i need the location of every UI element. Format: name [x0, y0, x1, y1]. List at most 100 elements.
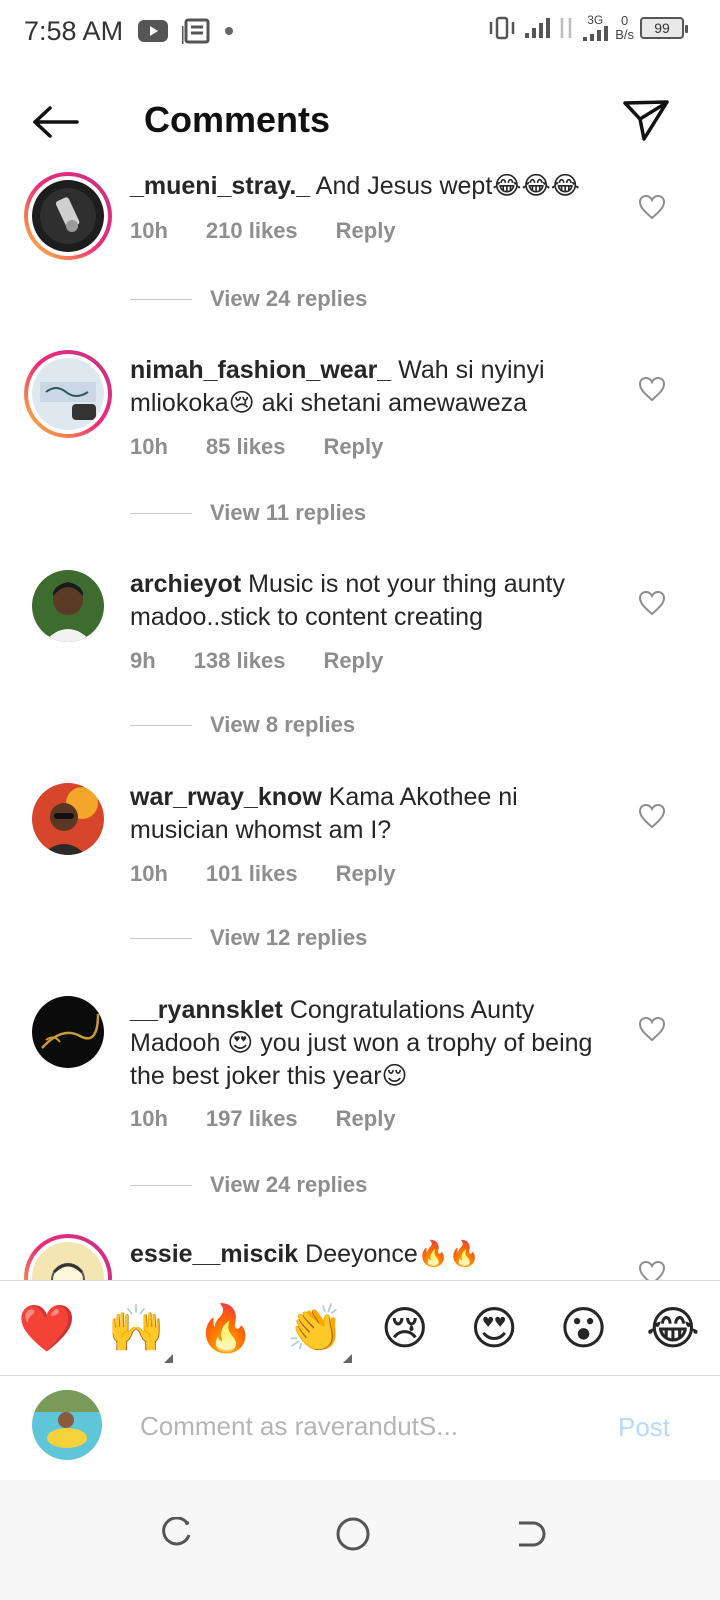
view-replies-button[interactable]: View 8 replies [130, 712, 355, 738]
like-heart-icon[interactable] [638, 803, 666, 829]
replies-divider [130, 512, 192, 514]
network-type-label: 3G [587, 13, 604, 27]
system-nav-bar [0, 1480, 720, 1600]
comment-username[interactable]: war_rway_know [130, 783, 322, 811]
comment-likes[interactable]: 197 likes [206, 1106, 298, 1132]
network-type: 3G [581, 14, 609, 42]
back-button[interactable] [28, 98, 82, 146]
youtube-icon [138, 20, 168, 42]
comment-username[interactable]: __ryannsklet [130, 996, 283, 1024]
signal-3g-icon [583, 26, 609, 41]
current-user-avatar [32, 1390, 102, 1460]
avatar-mueni-icon [32, 180, 104, 252]
avatar-story-ring[interactable] [24, 172, 112, 260]
comment-meta: 10h 85 likes Reply [130, 434, 383, 460]
home-button[interactable] [323, 1504, 383, 1564]
signal-icon [525, 18, 551, 38]
avatar[interactable] [32, 783, 104, 855]
comments-list: _mueni_stray._ And Jesus wept😂😂😂 10h 210… [0, 166, 720, 1306]
dot-icon [225, 27, 233, 35]
like-heart-icon[interactable] [638, 376, 666, 402]
emoji-quick-bar: ❤️ 🙌 🔥 👏 😢 😍 😮 😂 [0, 1280, 720, 1376]
emoji-clap-glyph: 👏 [286, 1301, 344, 1355]
view-replies-label: View 24 replies [210, 1172, 368, 1197]
comment-meta: 9h 138 likes Reply [130, 648, 383, 674]
emoji-heart-eyes-button[interactable]: 😍 [465, 1299, 523, 1357]
replies-divider [130, 937, 192, 939]
net-speed: 0 B/s [615, 14, 634, 42]
avatar-nimah-icon [32, 358, 104, 430]
post-button[interactable]: Post [618, 1412, 670, 1443]
avatar-archieyot-icon [32, 570, 104, 642]
reply-button[interactable]: Reply [336, 218, 396, 244]
emoji-raised-hands-glyph: 🙌 [107, 1301, 166, 1355]
comment-time: 10h [130, 218, 168, 243]
home-circle-icon [336, 1517, 370, 1551]
emoji-cry-button[interactable]: 😢 [376, 1299, 434, 1357]
comment-likes[interactable]: 85 likes [206, 434, 286, 460]
comment-likes[interactable]: 210 likes [206, 218, 298, 244]
comment-text: archieyot Music is not your thing aunty … [130, 568, 620, 634]
comment-time: 9h [130, 648, 156, 673]
comment-username[interactable]: _mueni_stray._ [130, 172, 310, 200]
avatar[interactable] [32, 996, 104, 1068]
comment-message: And Jesus wept😂😂😂 [310, 172, 580, 200]
view-replies-button[interactable]: View 11 replies [130, 500, 366, 526]
view-replies-button[interactable]: View 12 replies [130, 925, 367, 951]
reply-button[interactable]: Reply [336, 1106, 396, 1132]
comment-text: essie__miscik Deeyonce🔥🔥 [130, 1238, 620, 1271]
comment-time: 10h [130, 1106, 168, 1131]
avatar[interactable] [32, 570, 104, 642]
back-arrow-icon [33, 106, 79, 138]
back-nav-icon [519, 1521, 546, 1547]
page-title: Comments [144, 99, 331, 140]
avatar-war-icon [32, 783, 104, 855]
share-button[interactable] [620, 94, 672, 146]
vibrate-icon [489, 16, 515, 40]
comment-likes[interactable]: 101 likes [206, 861, 298, 887]
comment-message: Deeyonce🔥🔥 [298, 1240, 480, 1268]
emoji-wow-button[interactable]: 😮 [555, 1299, 613, 1357]
view-replies-button[interactable]: View 24 replies [130, 1172, 367, 1198]
skin-tone-indicator-icon [343, 1354, 353, 1363]
comment-username[interactable]: essie__miscik [130, 1240, 298, 1268]
comment-username[interactable]: archieyot [130, 570, 241, 598]
net-speed-value: 0 [620, 13, 629, 28]
like-heart-icon[interactable] [638, 1016, 666, 1042]
status-bar: 7:58 AM 3G 0 B/s 99 [0, 0, 720, 64]
comment-meta: 10h 101 likes Reply [130, 861, 396, 887]
comment-text: war_rway_know Kama Akothee ni musician w… [130, 781, 620, 847]
view-replies-button[interactable]: View 24 replies [130, 286, 367, 312]
comment-meta: 10h 210 likes Reply [130, 218, 396, 244]
net-speed-unit: B/s [615, 27, 634, 42]
emoji-clap-button[interactable]: 👏 [286, 1299, 353, 1363]
comment-time: 10h [130, 434, 168, 459]
recent-apps-button[interactable] [146, 1504, 206, 1564]
comment-username[interactable]: nimah_fashion_wear_ [130, 356, 391, 384]
reply-button[interactable]: Reply [323, 434, 383, 460]
avatar-current-user-icon [32, 1390, 102, 1460]
reply-button[interactable]: Reply [336, 861, 396, 887]
emoji-raised-hands-button[interactable]: 🙌 [107, 1299, 174, 1363]
replies-divider [130, 298, 192, 300]
status-time: 7:58 AM [24, 16, 124, 46]
emoji-fire-button[interactable]: 🔥 [197, 1299, 255, 1357]
avatar [32, 358, 104, 430]
avatar-story-ring[interactable] [24, 350, 112, 438]
emoji-heart-button[interactable]: ❤️ [18, 1299, 76, 1357]
emoji-laugh-button[interactable]: 😂 [644, 1299, 702, 1357]
header: Comments [0, 80, 720, 166]
replies-divider [130, 1184, 192, 1186]
view-replies-label: View 24 replies [210, 286, 368, 311]
news-icon [182, 18, 210, 44]
like-heart-icon[interactable] [638, 194, 666, 220]
comment-text: _mueni_stray._ And Jesus wept😂😂😂 [130, 170, 620, 203]
status-notification-icons [138, 18, 234, 44]
avatar [32, 180, 104, 252]
comment-input[interactable] [140, 1406, 580, 1446]
like-heart-icon[interactable] [638, 590, 666, 616]
back-nav-button[interactable] [500, 1504, 560, 1564]
status-system-icons: 3G 0 B/s 99 [487, 14, 688, 42]
reply-button[interactable]: Reply [323, 648, 383, 674]
comment-likes[interactable]: 138 likes [194, 648, 286, 674]
